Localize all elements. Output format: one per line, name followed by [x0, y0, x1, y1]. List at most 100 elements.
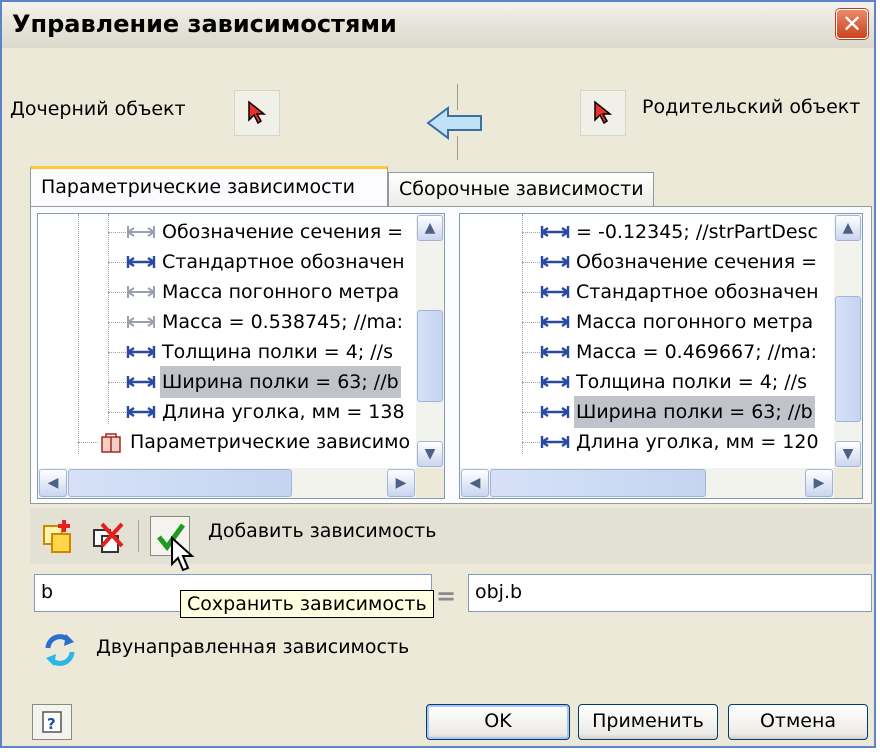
vertical-scrollbar[interactable]: ▲ ▼ [416, 214, 444, 468]
scroll-up-button[interactable]: ▲ [417, 215, 443, 241]
parameter-icon [540, 256, 570, 268]
tree-item[interactable]: = -0.12345; //strPartDesc [460, 216, 836, 248]
tree-item-selected[interactable]: Ширина полки = 63; //b [460, 396, 836, 428]
tree-item-label: Обозначение сечения = [162, 221, 404, 243]
tree-line [108, 262, 126, 263]
parameter-icon [126, 256, 156, 268]
tree-line [108, 352, 126, 353]
parameter-icon-disabled [127, 226, 155, 238]
tree-line [108, 412, 126, 413]
parameter-icon [126, 406, 156, 418]
new-dependency-button[interactable] [38, 516, 78, 556]
parameter-icon [540, 346, 570, 358]
bidirectional-sync-icon [45, 634, 75, 666]
scroll-thumb[interactable] [68, 469, 292, 497]
help-icon: ? [42, 711, 62, 733]
scroll-thumb[interactable] [490, 469, 706, 497]
tree-item[interactable]: Масса = 0.538745; //ma: [38, 306, 418, 338]
parameter-icon [540, 226, 570, 238]
delete-dependency-icon [93, 522, 124, 553]
scroll-corner [834, 468, 862, 498]
tree-item-label: Стандартное обозначен [162, 251, 405, 273]
mouse-cursor-icon [171, 536, 195, 572]
equals-sign: = [436, 582, 457, 610]
tree-line [78, 442, 98, 443]
parent-parameters-tree[interactable]: = -0.12345; //strPartDesc Обозначение се… [459, 213, 863, 499]
tree-item[interactable]: Обозначение сечения = [38, 216, 418, 248]
tree-item-label: = -0.12345; //strPartDesc [576, 221, 818, 243]
delete-dependency-button[interactable] [88, 516, 128, 556]
parent-expression-input[interactable]: obj.b [468, 574, 872, 612]
bidirectional-label[interactable]: Двунаправленная зависимость [96, 636, 409, 658]
scroll-left-button[interactable]: ◀ [461, 469, 489, 497]
tree-item-label: Стандартное обозначен [576, 281, 819, 303]
tree-item[interactable]: Толщина полки = 4; //s [460, 366, 836, 398]
tree-line [522, 232, 540, 233]
tree-line [108, 382, 126, 383]
parameter-icon [540, 376, 570, 388]
parameter-icon [126, 346, 156, 358]
child-object-label: Дочерний объект [10, 98, 186, 120]
scroll-thumb[interactable] [835, 296, 861, 422]
bidirectional-toggle-button[interactable] [40, 630, 80, 670]
tab-parametric-dependencies[interactable]: Параметрические зависимости [30, 166, 388, 208]
tree-item-label: Толщина полки = 4; //s [576, 371, 807, 393]
pick-cursor-icon [248, 100, 267, 125]
tree-item-label: Масса = 0.469667; //ma: [576, 341, 818, 363]
tree-item[interactable]: Параметрические зависимо [38, 426, 418, 458]
tree-item-selected[interactable]: Ширина полки = 63; //b [38, 366, 418, 398]
add-dependency-icon [43, 520, 71, 553]
tree-item[interactable]: Толщина полки = 4; //s [38, 336, 418, 368]
parameter-icon [126, 376, 156, 388]
tree-item[interactable]: Длина уголка, мм = 120 [460, 426, 836, 458]
close-button[interactable]: ✕ [836, 9, 868, 39]
tree-item[interactable]: Масса погонного метра [460, 306, 836, 338]
tree-line [522, 442, 540, 443]
vertical-scrollbar[interactable]: ▲ ▼ [834, 214, 862, 468]
tree-line [522, 292, 540, 293]
svg-text:?: ? [47, 715, 56, 733]
scroll-up-button[interactable]: ▲ [835, 215, 861, 241]
tab-assembly-dependencies[interactable]: Сборочные зависимости [388, 172, 654, 206]
tree-item[interactable]: Длина уголка, мм = 138 [38, 396, 418, 428]
parent-object-label: Родительский объект [642, 96, 861, 118]
tree-line [522, 262, 540, 263]
parameter-icon [540, 436, 570, 448]
pick-parent-object-button[interactable] [580, 90, 626, 136]
title-bar[interactable]: Управление зависимостями ✕ [2, 2, 874, 48]
tree-item-label: Ширина полки = 63; //b [574, 396, 815, 428]
pick-child-object-button[interactable] [234, 90, 280, 136]
dependency-manager-dialog: Управление зависимостями ✕ Дочерний объе… [0, 0, 876, 748]
toolbar-separator [138, 520, 139, 552]
horizontal-scrollbar[interactable]: ◀ ▶ [460, 468, 834, 498]
tree-line [108, 232, 126, 233]
save-dependency-tooltip: Сохранить зависимость [180, 590, 434, 618]
tree-item-label: Масса погонного метра [162, 281, 400, 303]
scroll-left-button[interactable]: ◀ [39, 469, 67, 497]
parameter-icon [540, 406, 570, 418]
tab-panel: Обозначение сечения = Стандартное обозна… [30, 206, 872, 504]
tree-item[interactable]: Масса погонного метра [38, 276, 418, 308]
child-parameters-tree[interactable]: Обозначение сечения = Стандартное обозна… [37, 213, 445, 499]
horizontal-scrollbar[interactable]: ◀ ▶ [38, 468, 416, 498]
tree-item-label: Длина уголка, мм = 138 [162, 401, 405, 423]
scroll-right-button[interactable]: ▶ [805, 469, 833, 497]
apply-button[interactable]: Применить [578, 704, 718, 740]
tree-item[interactable]: Стандартное обозначен [460, 276, 836, 308]
pick-cursor-icon [594, 100, 613, 125]
help-button[interactable]: ? [32, 704, 72, 740]
parameter-icon [540, 286, 570, 298]
scroll-down-button[interactable]: ▼ [835, 441, 861, 467]
tree-item[interactable]: Стандартное обозначен [38, 246, 418, 278]
scroll-right-button[interactable]: ▶ [387, 469, 415, 497]
tree-item-label: Масса погонного метра [576, 311, 814, 333]
scroll-corner [416, 468, 444, 498]
scroll-thumb[interactable] [417, 310, 443, 402]
cancel-button[interactable]: Отмена [728, 704, 868, 740]
dependency-toolbar: Добавить зависимость [30, 508, 872, 572]
tree-item[interactable]: Обозначение сечения = [460, 246, 836, 278]
tree-item-label: Толщина полки = 4; //s [162, 341, 393, 363]
tree-item[interactable]: Масса = 0.469667; //ma: [460, 336, 836, 368]
scroll-down-button[interactable]: ▼ [417, 441, 443, 467]
ok-button[interactable]: OK [426, 704, 570, 740]
